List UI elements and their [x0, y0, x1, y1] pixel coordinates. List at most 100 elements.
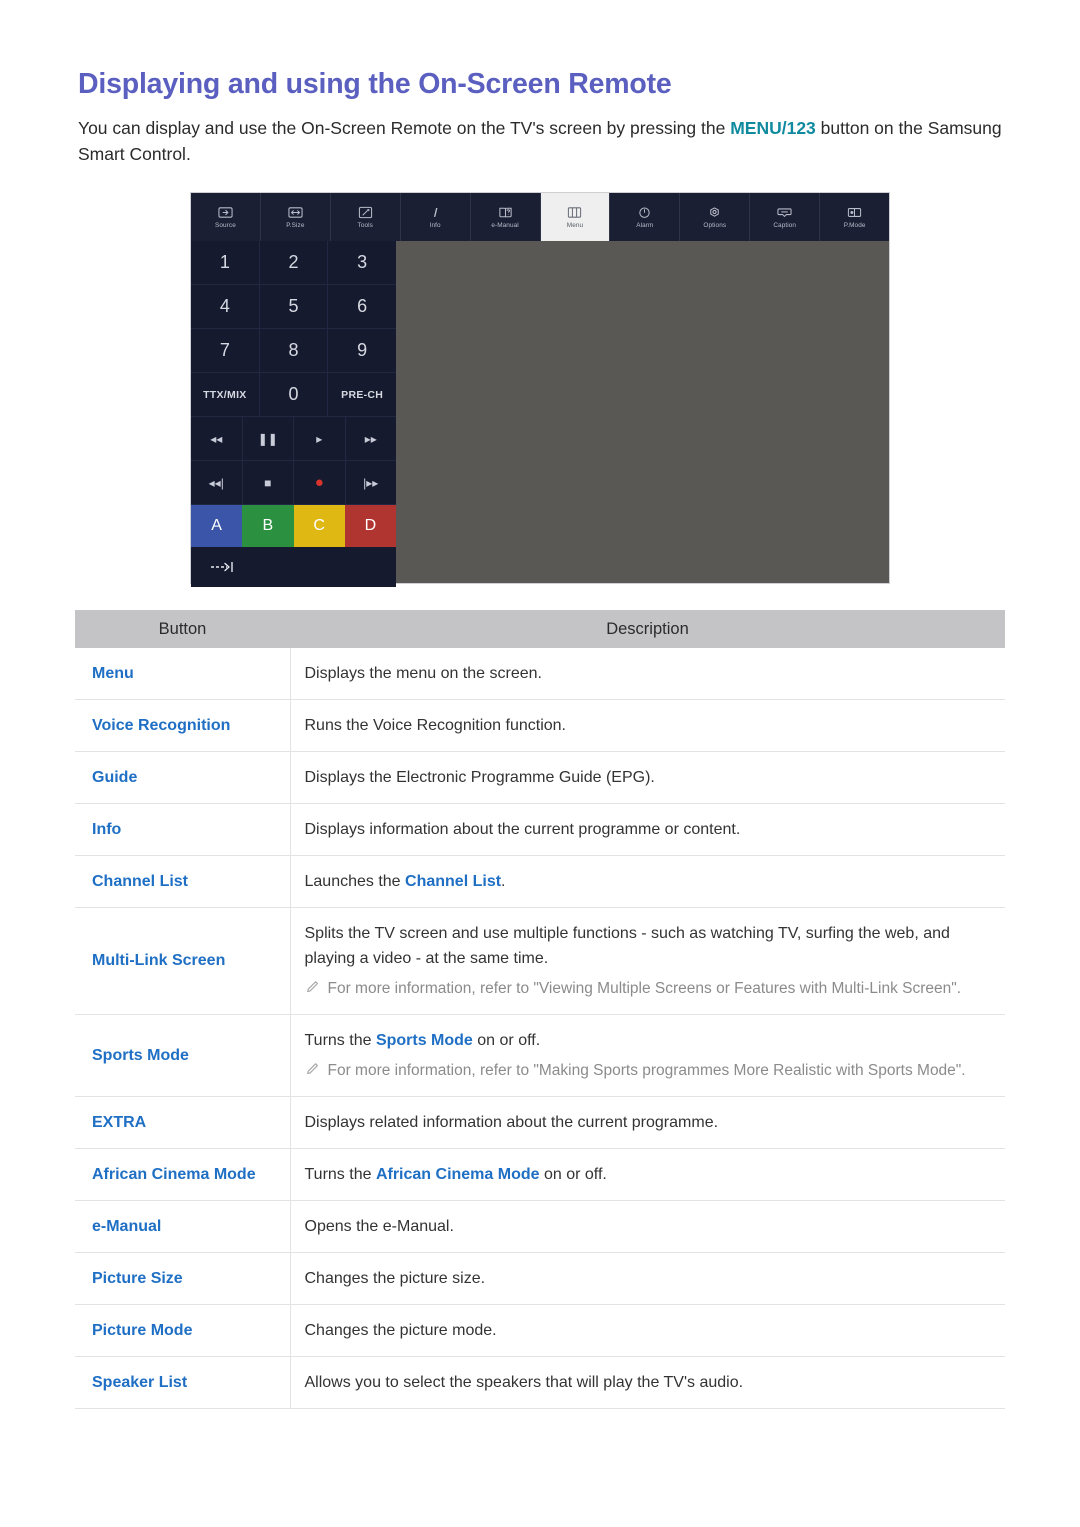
- intro-text-before: You can display and use the On-Screen Re…: [78, 118, 731, 138]
- keypad-key-7[interactable]: 7: [191, 329, 260, 373]
- color-button-b[interactable]: B: [242, 505, 294, 547]
- description-note: For more information, refer to "Making S…: [305, 1058, 992, 1083]
- alarm-icon: [636, 205, 653, 220]
- keypad-key-5[interactable]: 5: [259, 285, 329, 329]
- table-header-row: Button Description: [75, 610, 1005, 648]
- cell-button-name: Picture Size: [75, 1252, 291, 1305]
- keypad-key-2[interactable]: 2: [259, 241, 329, 285]
- cell-button-name: Menu: [75, 648, 291, 700]
- remote-toolbar-item-e-manual[interactable]: e-Manual: [470, 193, 541, 241]
- remote-toolbar-label: Info: [429, 222, 441, 229]
- manual-page: Displaying and using the On-Screen Remot…: [0, 0, 1080, 1527]
- keypad-row: 123: [191, 241, 397, 285]
- button-name-label: Speaker List: [92, 1373, 188, 1391]
- keypad-key-pre-ch[interactable]: PRE-CH: [328, 373, 397, 417]
- button-name-label: Sports Mode: [92, 1046, 189, 1064]
- remote-toolbar-item-p-size[interactable]: P.Size: [260, 193, 331, 241]
- keypad-row: TTX/MIX 0 PRE-CH: [191, 373, 397, 417]
- keypad-key-1[interactable]: 1: [191, 241, 260, 285]
- media-control-row: ◂◂| ■ ● |▸▸: [191, 461, 396, 505]
- pencil-note-icon: [305, 1062, 319, 1079]
- keypad-key-ttx-mix[interactable]: TTX/MIX: [191, 373, 260, 417]
- description-text: Splits the TV screen and use multiple fu…: [305, 921, 992, 971]
- remote-toolbar-label: P.Mode: [843, 222, 866, 229]
- remote-toolbar-label: Tools: [357, 222, 373, 229]
- remote-toolbar-item-info[interactable]: Info: [400, 193, 471, 241]
- record-button[interactable]: ●: [294, 461, 346, 505]
- cell-button-name: African Cinema Mode: [75, 1148, 291, 1201]
- color-button-c[interactable]: C: [293, 505, 345, 547]
- remote-toolbar-item-alarm[interactable]: Alarm: [610, 193, 681, 241]
- remote-toolbar-item-options[interactable]: Options: [680, 193, 751, 241]
- button-name-label: Info: [92, 820, 122, 838]
- remote-toolbar-label: Caption: [773, 222, 797, 229]
- previous-button[interactable]: ◂◂|: [191, 461, 243, 505]
- exit-arrow-icon[interactable]: [209, 560, 235, 574]
- color-button-a[interactable]: A: [191, 505, 243, 547]
- keypad-key-3[interactable]: 3: [328, 241, 397, 285]
- description-fragment: Displays information about the current p…: [304, 821, 741, 838]
- rewind-button[interactable]: ◂◂: [191, 417, 243, 461]
- cell-button-name: Channel List: [75, 855, 291, 908]
- picture-mode-icon: [846, 205, 863, 220]
- source-icon: [217, 205, 234, 220]
- description-fragment: Displays the Electronic Programme Guide …: [304, 769, 655, 786]
- remote-toolbar-label: Alarm: [636, 222, 654, 229]
- cell-description: Displays the Electronic Programme Guide …: [290, 751, 1005, 804]
- table-row: EXTRA Displays related information about …: [75, 1096, 1005, 1149]
- cell-description: Runs the Voice Recognition function.: [290, 699, 1005, 752]
- cell-button-name: e-Manual: [75, 1200, 291, 1253]
- on-screen-remote-illustration: Source P.Size Tools Info e-Manual Menu Alarm Op…: [190, 192, 890, 587]
- menu-grid-icon: [566, 205, 583, 220]
- cell-description: Launches the Channel List.: [290, 855, 1005, 908]
- keypad-key-9[interactable]: 9: [328, 329, 397, 373]
- remote-toolbar-item-p-mode[interactable]: P.Mode: [820, 193, 890, 241]
- remote-toolbar-item-caption[interactable]: Caption: [750, 193, 821, 241]
- description-highlight: Sports Mode: [375, 1032, 473, 1049]
- remote-color-buttons: ABCD: [191, 505, 396, 547]
- table-row: Picture Mode Changes the picture mode.: [75, 1304, 1005, 1357]
- table-row: Info Displays information about the curre…: [75, 803, 1005, 856]
- color-button-d[interactable]: D: [344, 505, 396, 547]
- remote-body: 1 2 3 4 5 6 7 8 9 TTX/MIX 0 PRE-CH ◂◂ ❚❚ ▸ ▸▸ ◂◂| ■ ● |▸▸ …: [191, 241, 889, 587]
- description-text: Opens the e-Manual.: [305, 1214, 992, 1239]
- fast-forward-button[interactable]: ▸▸: [345, 417, 396, 461]
- remote-control-column: 1 2 3 4 5 6 7 8 9 TTX/MIX 0 PRE-CH ◂◂ ❚❚ ▸ ▸▸ ◂◂| ■ ● |▸▸ …: [191, 241, 397, 587]
- cell-description: Allows you to select the speakers that w…: [290, 1356, 1005, 1409]
- pause-button[interactable]: ❚❚: [242, 417, 294, 461]
- table-row: Picture Size Changes the picture size.: [75, 1252, 1005, 1305]
- remote-toolbar-label: e-Manual: [491, 222, 519, 229]
- play-button[interactable]: ▸: [294, 417, 346, 461]
- button-name-label: Menu: [92, 664, 134, 682]
- stop-button[interactable]: ■: [242, 461, 294, 505]
- keypad-key-4[interactable]: 4: [191, 285, 260, 329]
- keypad-key-0[interactable]: 0: [259, 373, 329, 417]
- e-manual-icon: [497, 205, 514, 220]
- remote-toolbar-item-source[interactable]: Source: [191, 193, 261, 241]
- remote-keypad: 1 2 3 4 5 6 7 8 9 TTX/MIX 0 PRE-CH: [191, 241, 397, 417]
- keypad-key-8[interactable]: 8: [259, 329, 329, 373]
- remote-toolbar-item-menu[interactable]: Menu: [540, 193, 611, 241]
- cell-description: Changes the picture size.: [290, 1252, 1005, 1305]
- description-fragment: Turns the: [304, 1032, 376, 1049]
- remote-toolbar-item-tools[interactable]: Tools: [330, 193, 401, 241]
- remote-exit-row: [191, 547, 396, 587]
- keypad-key-6[interactable]: 6: [328, 285, 397, 329]
- cell-description: Splits the TV screen and use multiple fu…: [290, 907, 1005, 1015]
- description-highlight: African Cinema Mode: [375, 1166, 540, 1183]
- info-icon: [427, 205, 444, 220]
- caption-icon: [776, 205, 793, 220]
- remote-toolbar-label: Menu: [566, 222, 584, 229]
- cell-description: Displays related information about the c…: [290, 1096, 1005, 1149]
- description-fragment: Launches the: [304, 873, 406, 890]
- remote-toolbar: Source P.Size Tools Info e-Manual Menu Alarm Op…: [191, 193, 890, 241]
- tools-icon: [357, 205, 374, 220]
- description-text: Runs the Voice Recognition function.: [305, 713, 992, 738]
- cell-button-name: Sports Mode: [75, 1014, 291, 1097]
- description-text: Changes the picture mode.: [305, 1318, 992, 1343]
- next-button[interactable]: |▸▸: [345, 461, 396, 505]
- cell-button-name: Multi-Link Screen: [75, 907, 291, 1015]
- button-name-label: Picture Size: [92, 1269, 183, 1287]
- cell-description: Turns the Sports Mode on or off. For more…: [290, 1014, 1005, 1097]
- description-fragment: Opens the e-Manual.: [304, 1218, 454, 1235]
